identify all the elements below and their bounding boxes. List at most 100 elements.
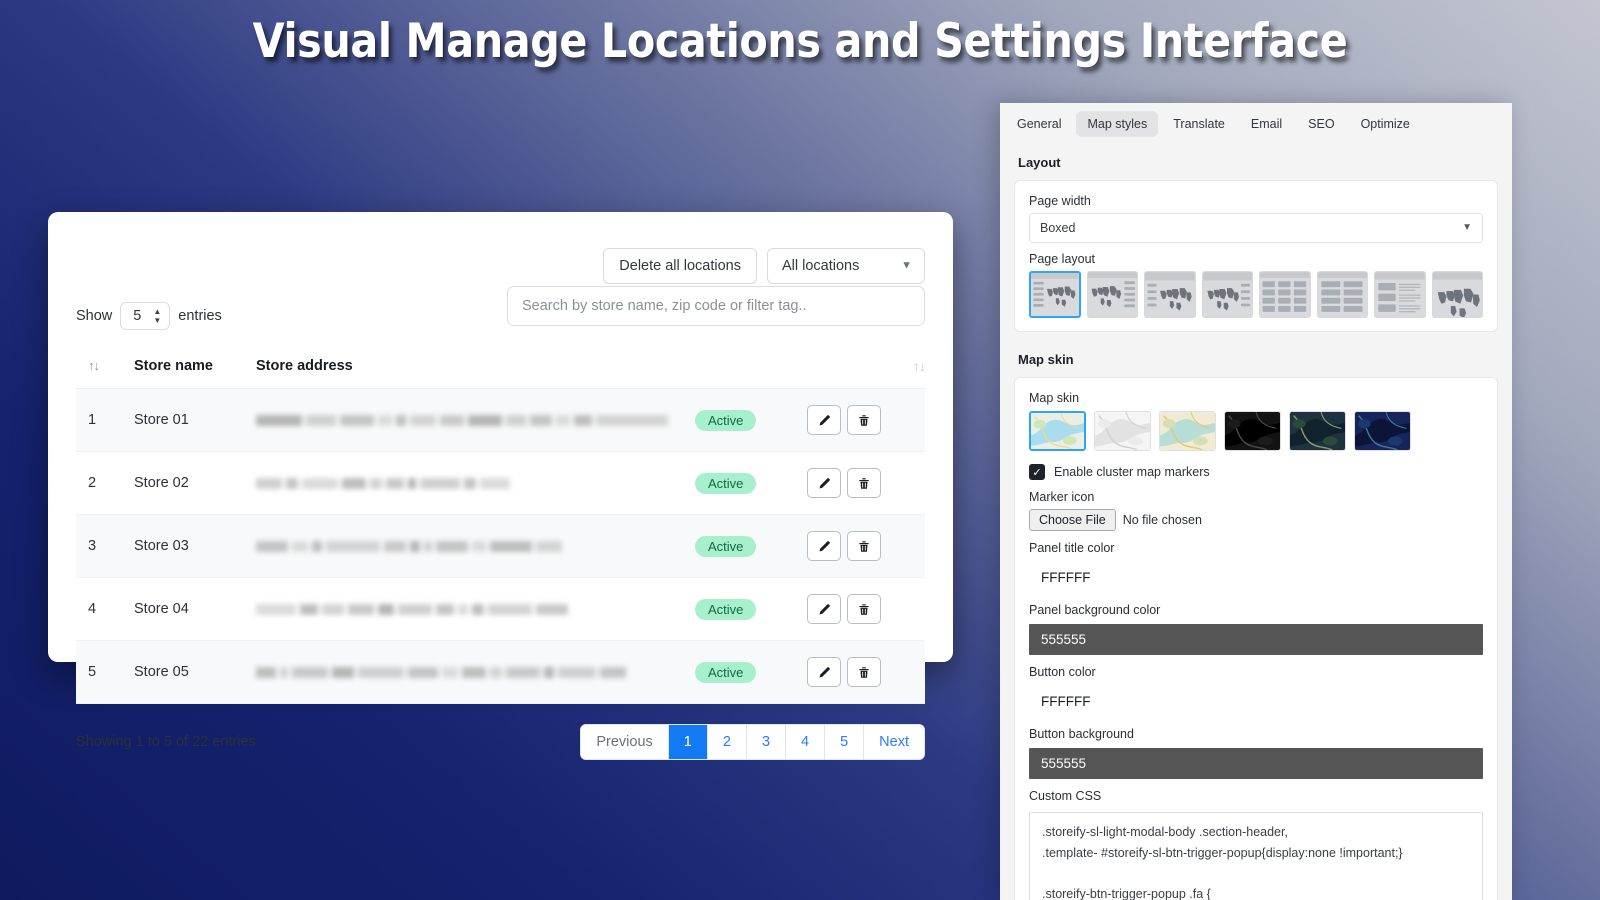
column-store-name[interactable]: Store name [134,352,256,389]
page-layout-thumbnails [1029,271,1483,318]
map-skin-thumbnails [1029,411,1483,451]
locations-toolbar: Delete all locations All locations ▼ [76,234,925,284]
row-store-name: Store 02 [134,452,256,515]
button-background-input[interactable] [1029,748,1483,779]
trash-icon [857,476,871,491]
pencil-icon [817,413,832,428]
row-store-name: Store 03 [134,515,256,578]
settings-panel: GeneralMap stylesTranslateEmailSEOOptimi… [1000,103,1512,900]
tab-translate[interactable]: Translate [1162,111,1236,137]
row-store-address [256,452,695,515]
status-badge: Active [695,473,756,494]
page-width-select[interactable]: Boxed ▼ [1029,213,1483,243]
column-actions: ↑↓ [807,352,925,389]
pagination-page-2[interactable]: 2 [708,725,747,759]
panel-title-color-input[interactable] [1029,562,1483,593]
row-status: Active [695,389,807,452]
delete-button[interactable] [847,468,881,498]
table-footer: Showing 1 to 5 of 22 entries Previous123… [76,704,925,760]
row-index: 3 [76,515,134,578]
tab-seo[interactable]: SEO [1297,111,1345,137]
row-store-address [256,578,695,641]
page-layout-thumbnail-2[interactable] [1087,271,1139,318]
edit-button[interactable] [807,531,841,561]
map-skin-label: Map skin [1029,391,1483,405]
column-sort-toggle[interactable]: ↑↓ [76,352,134,389]
tab-email[interactable]: Email [1240,111,1293,137]
map-skin-section-title: Map skin [1000,332,1512,377]
map-skin-thumbnail-4[interactable] [1224,411,1281,451]
pencil-icon [817,476,832,491]
tab-optimize[interactable]: Optimize [1350,111,1421,137]
column-store-address[interactable]: Store address [256,352,695,389]
table-row: 4Store 04Active [76,578,925,641]
settings-tabs: GeneralMap stylesTranslateEmailSEOOptimi… [1000,103,1512,141]
map-skin-thumbnail-1[interactable] [1029,411,1086,451]
edit-button[interactable] [807,594,841,624]
delete-button[interactable] [847,405,881,435]
tab-map-styles[interactable]: Map styles [1076,111,1158,137]
row-store-name: Store 01 [134,389,256,452]
entries-per-page-select[interactable]: 5 ▲▼ [120,302,170,330]
trash-icon [857,665,871,680]
cluster-markers-checkbox[interactable]: ✓ [1029,464,1045,480]
status-badge: Active [695,536,756,557]
sort-arrows-icon: ↑↓ [88,358,99,373]
row-index: 1 [76,389,134,452]
page-layout-thumbnail-5[interactable] [1259,271,1311,318]
delete-button[interactable] [847,531,881,561]
row-store-address [256,389,695,452]
custom-css-label: Custom CSS [1029,789,1483,803]
page-width-label: Page width [1029,194,1483,208]
search-input[interactable] [507,286,925,326]
pagination-page-3[interactable]: 3 [747,725,786,759]
map-skin-thumbnail-6[interactable] [1354,411,1411,451]
locations-card: Delete all locations All locations ▼ Sho… [48,212,953,662]
layout-card: Page width Boxed ▼ Page layout [1014,180,1498,332]
row-index: 5 [76,641,134,704]
pagination-page-1[interactable]: 1 [669,725,708,759]
delete-all-locations-button[interactable]: Delete all locations [603,248,757,284]
page-layout-thumbnail-7[interactable] [1374,271,1426,318]
stepper-arrows-icon: ▲▼ [153,308,161,324]
page-layout-thumbnail-3[interactable] [1144,271,1196,318]
custom-css-textarea[interactable] [1029,812,1483,900]
table-row: 3Store 03 Active [76,515,925,578]
pagination-page-4[interactable]: 4 [786,725,825,759]
pagination-page-5[interactable]: 5 [825,725,864,759]
page-title: Visual Manage Locations and Settings Int… [96,14,1504,69]
panel-background-color-input[interactable] [1029,624,1483,655]
pencil-icon [817,602,832,617]
tab-general[interactable]: General [1006,111,1072,137]
pagination-previous[interactable]: Previous [581,725,668,759]
row-status: Active [695,578,807,641]
edit-button[interactable] [807,405,841,435]
delete-button[interactable] [847,657,881,687]
locations-filter-select[interactable]: All locations ▼ [767,248,925,284]
no-file-chosen-label: No file chosen [1123,513,1202,527]
map-skin-thumbnail-3[interactable] [1159,411,1216,451]
cluster-markers-label: Enable cluster map markers [1054,465,1210,479]
page-layout-thumbnail-8[interactable] [1432,271,1484,318]
trash-icon [857,413,871,428]
row-store-address [256,641,695,704]
delete-button[interactable] [847,594,881,624]
button-color-input[interactable] [1029,686,1483,717]
row-store-name: Store 05 [134,641,256,704]
panel-background-color-label: Panel background color [1029,603,1483,617]
choose-file-button[interactable]: Choose File [1029,509,1116,531]
page-layout-thumbnail-4[interactable] [1202,271,1254,318]
pagination: Previous12345Next [580,724,925,760]
map-skin-thumbnail-5[interactable] [1289,411,1346,451]
pagination-next[interactable]: Next [864,725,924,759]
marker-icon-file-input[interactable]: Choose File No file chosen [1029,509,1483,531]
page-layout-thumbnail-1[interactable] [1029,271,1081,318]
map-skin-thumbnail-2[interactable] [1094,411,1151,451]
page-layout-thumbnail-6[interactable] [1317,271,1369,318]
entries-label: entries [178,308,222,324]
edit-button[interactable] [807,468,841,498]
button-color-label: Button color [1029,665,1483,679]
edit-button[interactable] [807,657,841,687]
show-label: Show [76,308,112,324]
locations-table: ↑↓ Store name Store address ↑↓ 1Store 01… [76,352,925,704]
